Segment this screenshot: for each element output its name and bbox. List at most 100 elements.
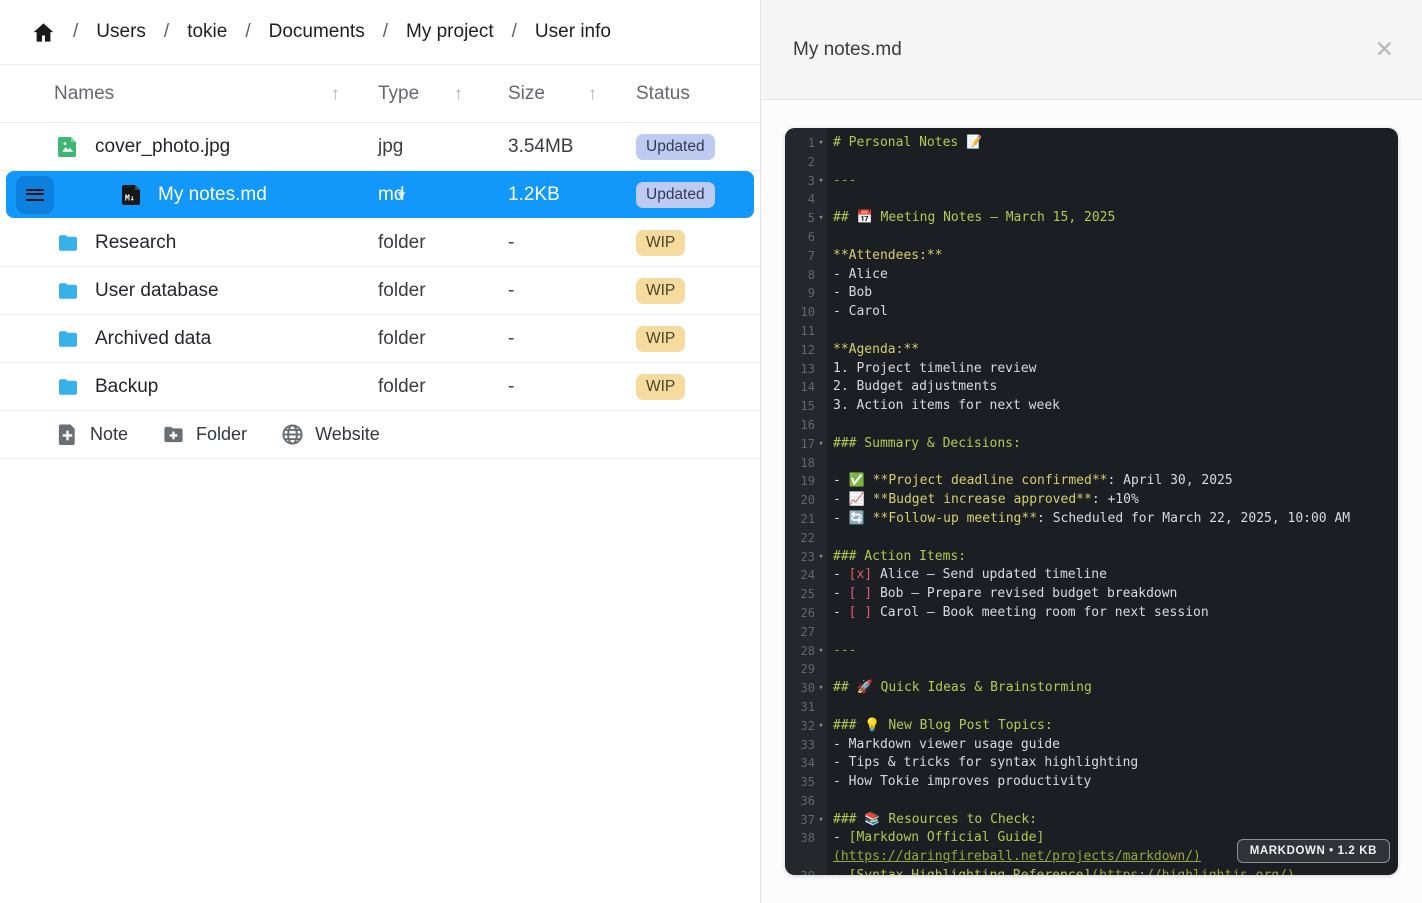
line-number: 25 xyxy=(800,587,815,602)
file-type: folder xyxy=(378,375,426,397)
line-number: 33 xyxy=(800,737,815,752)
table-row[interactable]: Research folder - WIP xyxy=(0,219,760,267)
fold-arrow-icon[interactable]: ▾ xyxy=(815,811,827,830)
fold-arrow-icon xyxy=(815,510,827,529)
code-text: 2. Budget adjustments xyxy=(833,379,998,395)
breadcrumb-item[interactable]: User info xyxy=(535,21,611,43)
note-plus-icon xyxy=(56,423,79,446)
action-bar: Note Folder Website xyxy=(0,411,760,459)
column-header-type[interactable]: Type xyxy=(378,83,419,105)
gutter-cell: 2 xyxy=(785,153,827,172)
fold-arrow-icon[interactable]: ▾ xyxy=(815,435,827,454)
line-number: 32 xyxy=(800,718,815,733)
gutter-cell: 24 xyxy=(785,566,827,585)
preview-title: My notes.md xyxy=(793,38,902,60)
fold-arrow-icon[interactable]: ▾ xyxy=(815,209,827,228)
website-button[interactable]: Website xyxy=(281,423,380,446)
fold-arrow-icon[interactable]: ▾ xyxy=(815,172,827,191)
line-number: 23 xyxy=(800,549,815,564)
fold-arrow-icon xyxy=(815,472,827,491)
line-number: 19 xyxy=(800,474,815,489)
code-text: - [Syntax Highlighting Reference](https:… xyxy=(827,867,1398,875)
fold-arrow-icon[interactable]: ▾ xyxy=(815,548,827,567)
code-line: 16 xyxy=(785,416,1398,435)
fold-arrow-icon[interactable]: ▾ xyxy=(815,642,827,661)
line-number: 35 xyxy=(800,775,815,790)
gutter-cell: 35 xyxy=(785,773,827,792)
markdown-editor[interactable]: 1 ▾ # Personal Notes 📝 2 3 ▾ --- 4 5 ▾ ## 📅 Meetin… xyxy=(785,128,1398,875)
breadcrumb-item[interactable]: Documents xyxy=(269,21,365,43)
sort-type-icon[interactable]: ↑ xyxy=(454,83,463,104)
line-number: 4 xyxy=(807,192,815,207)
home-icon[interactable] xyxy=(32,21,55,44)
code-line: 37 ▾ ### 📚 Resources to Check: xyxy=(785,811,1398,830)
file-type: md xyxy=(378,183,405,205)
preview-header: My notes.md ✕ xyxy=(761,0,1422,100)
table-row[interactable]: User database folder - WIP xyxy=(0,267,760,315)
code-line: 3 ▾ --- xyxy=(785,172,1398,191)
breadcrumb-item[interactable]: My project xyxy=(406,21,494,43)
fold-arrow-icon xyxy=(815,397,827,416)
fold-arrow-icon[interactable]: ▾ xyxy=(815,717,827,736)
file-size: 1.2KB xyxy=(508,183,560,205)
markdown-file-icon: M↓ xyxy=(120,183,144,207)
sort-size-icon[interactable]: ↑ xyxy=(588,83,597,104)
code-line: 39 - [Syntax Highlighting Reference](http… xyxy=(785,867,1398,875)
folder-icon xyxy=(56,279,80,303)
folder-button[interactable]: Folder xyxy=(162,423,247,446)
table-row[interactable]: cover_photo.jpg jpg 3.54MB Updated xyxy=(0,123,760,171)
note-button[interactable]: Note xyxy=(56,423,128,446)
breadcrumb-item[interactable]: tokie xyxy=(187,21,227,43)
code-text: ## 🚀 Quick Ideas & Brainstorming xyxy=(833,680,1092,696)
breadcrumb-item[interactable]: Users xyxy=(96,21,146,43)
fold-arrow-icon xyxy=(815,303,827,322)
column-header-names[interactable]: Names xyxy=(54,83,114,105)
gutter-cell: 15 xyxy=(785,397,827,416)
gutter-cell: 12 xyxy=(785,341,827,360)
code-text: - Alice xyxy=(833,266,888,282)
table-row[interactable]: M↓ My notes.md ▼ md 1.2KB Updated xyxy=(0,171,760,219)
code-line: 25 - [ ] Bob — Prepare revised budget bre… xyxy=(785,585,1398,604)
table-row[interactable]: Backup folder - WIP xyxy=(0,363,760,411)
table-row[interactable]: Archived data folder - WIP xyxy=(0,315,760,363)
gutter-cell: 36 xyxy=(785,792,827,811)
sort-names-icon[interactable]: ↑ xyxy=(331,83,340,104)
code-text: - [x] Alice — Send updated timeline xyxy=(833,567,1107,583)
line-number: 14 xyxy=(800,380,815,395)
gutter-cell: 18 xyxy=(785,454,827,473)
gutter-cell: 13 xyxy=(785,360,827,379)
gutter-cell: 11 xyxy=(785,322,827,341)
code-line: 26 - [ ] Carol — Book meeting room for ne… xyxy=(785,604,1398,623)
line-number: 31 xyxy=(800,699,815,714)
line-number: 17 xyxy=(800,436,815,451)
app-window: / Users / tokie / Documents / My project / User i… xyxy=(0,0,1422,903)
fold-arrow-icon xyxy=(815,585,827,604)
gutter-cell: 30 ▾ xyxy=(785,679,827,698)
close-icon[interactable]: ✕ xyxy=(1375,38,1394,61)
file-list: cover_photo.jpg jpg 3.54MB Updated M↓ My note… xyxy=(0,123,760,411)
code-line: 6 xyxy=(785,228,1398,247)
breadcrumb-separator: / xyxy=(511,21,517,42)
column-header-size[interactable]: Size xyxy=(508,83,545,105)
code-line: 36 xyxy=(785,792,1398,811)
drag-handle[interactable] xyxy=(16,175,54,214)
gutter-cell: 26 xyxy=(785,604,827,623)
line-number: 2 xyxy=(807,154,815,169)
code-area: 1 ▾ # Personal Notes 📝 2 3 ▾ --- 4 5 ▾ ## 📅 Meetin… xyxy=(785,128,1398,875)
file-size: - xyxy=(508,375,515,397)
action-label: Website xyxy=(315,424,380,444)
line-number: 10 xyxy=(800,305,815,320)
code-line: 22 xyxy=(785,529,1398,548)
folder-plus-icon xyxy=(162,423,185,446)
fold-arrow-icon[interactable]: ▾ xyxy=(815,679,827,698)
fold-arrow-icon[interactable]: ▾ xyxy=(815,134,827,153)
gutter-cell: 21 xyxy=(785,510,827,529)
code-line: 13 1. Project timeline review xyxy=(785,360,1398,379)
table-header: Names ↑ Type ↑ Size ↑ Status xyxy=(0,65,760,123)
code-line: 27 xyxy=(785,623,1398,642)
code-line: 30 ▾ ## 🚀 Quick Ideas & Brainstorming xyxy=(785,679,1398,698)
